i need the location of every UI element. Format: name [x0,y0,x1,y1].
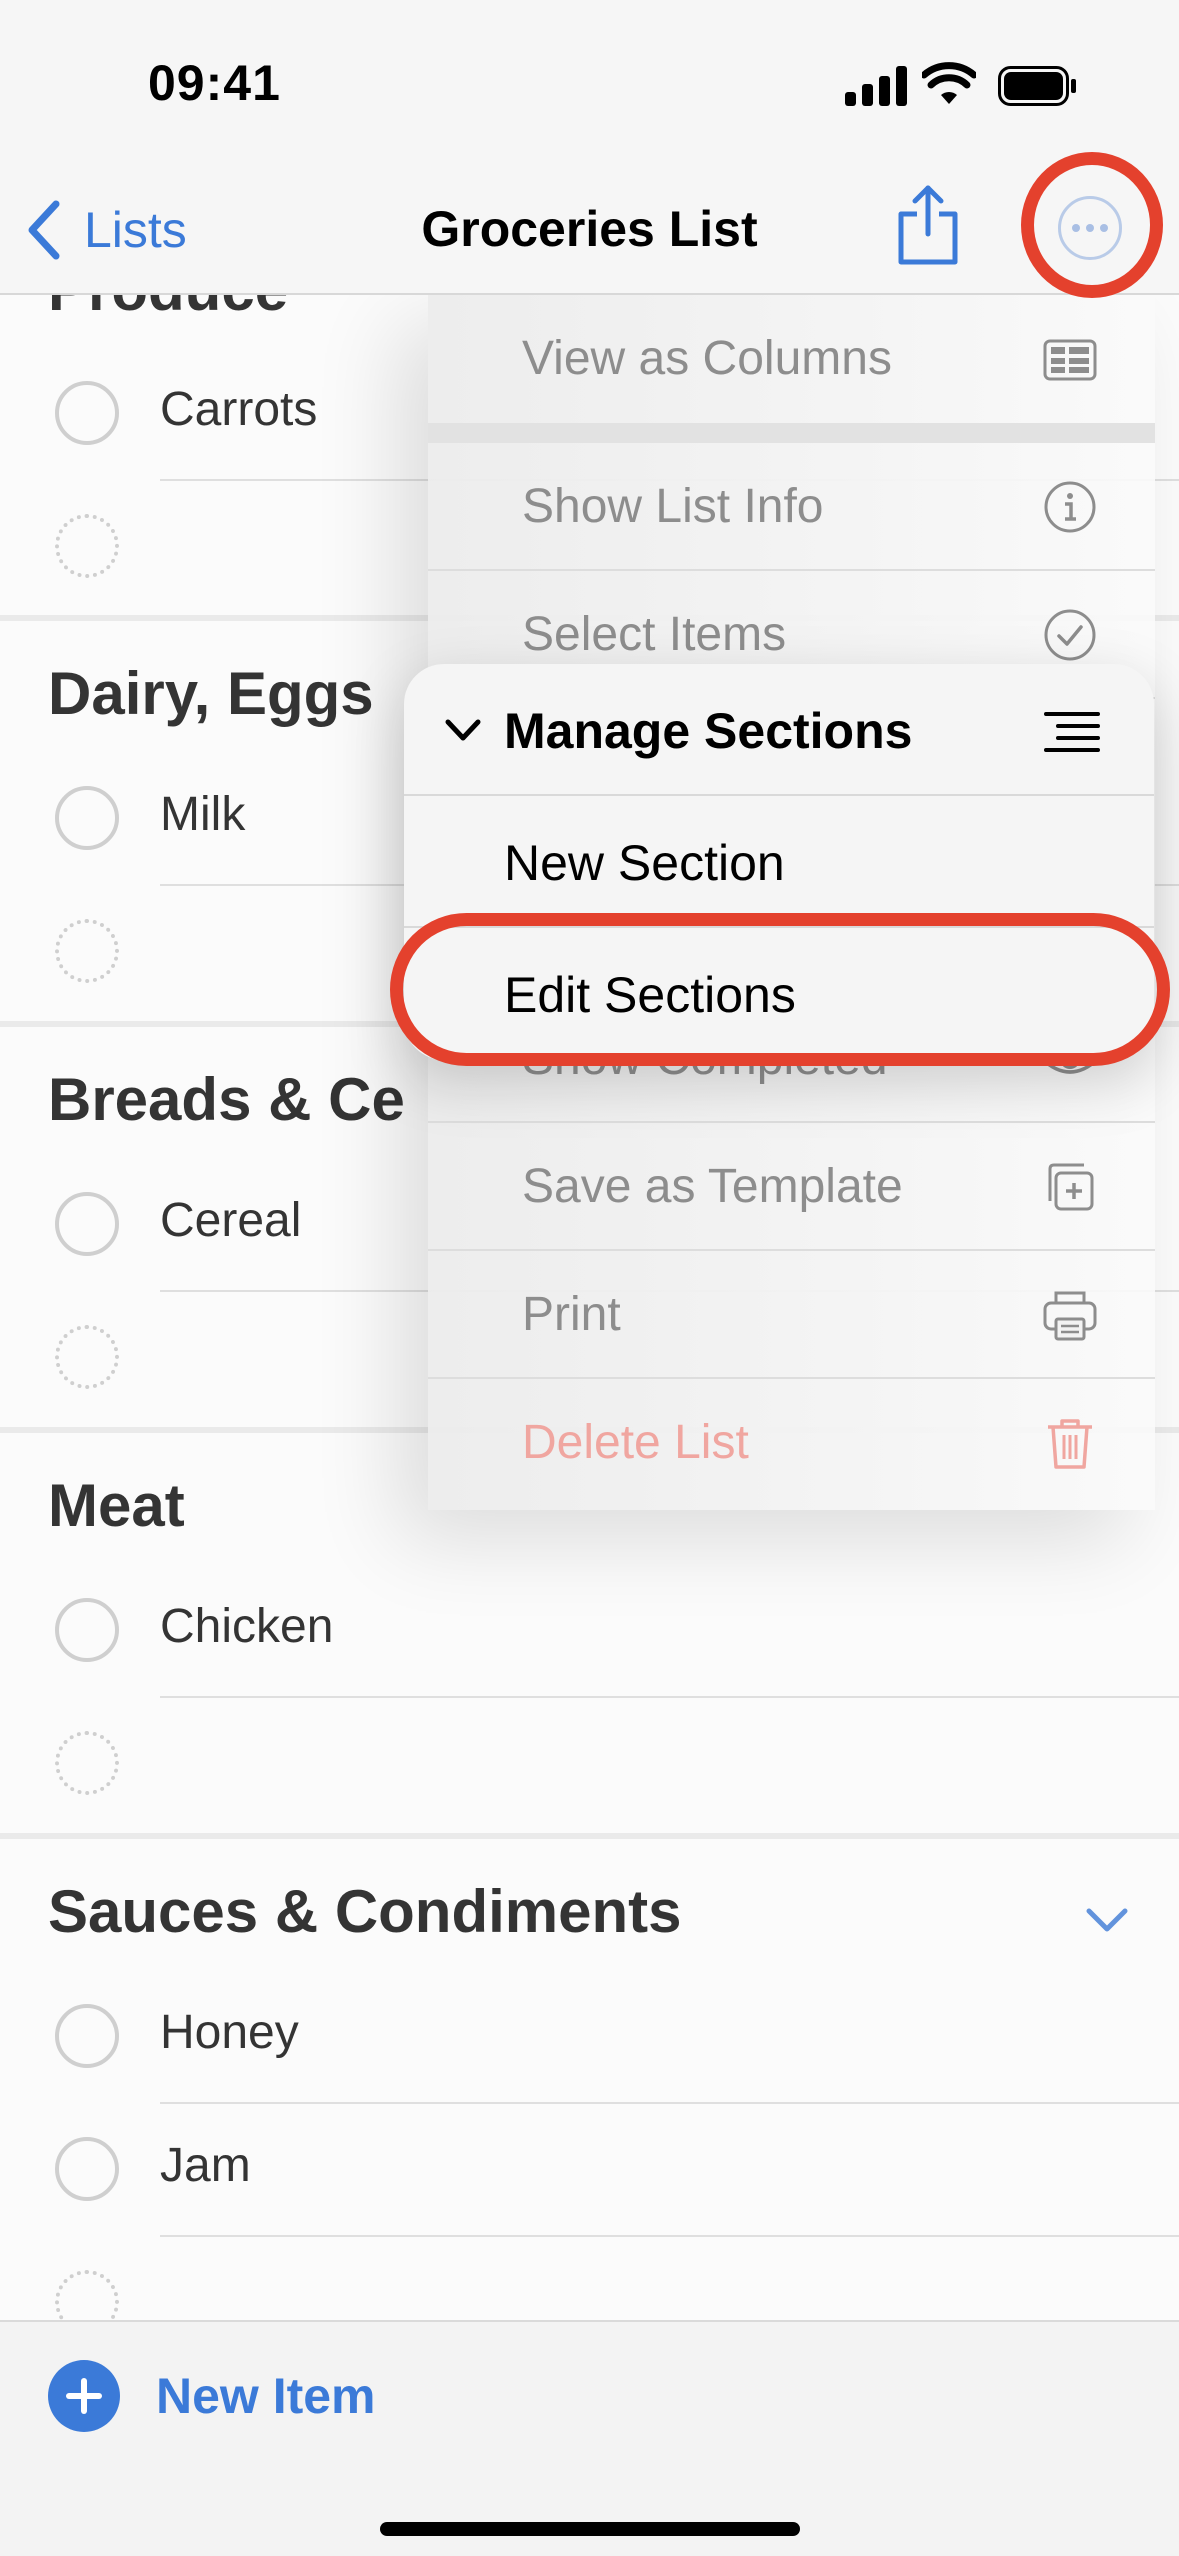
columns-icon [1043,339,1097,381]
list-item[interactable]: Honey [0,1971,1179,2104]
bottom-toolbar: New Item [0,2320,1179,2556]
submenu-header[interactable]: Manage Sections [404,664,1154,796]
item-label: Jam [160,2139,251,2192]
share-icon[interactable] [893,182,963,268]
menu-item-label: Delete List [522,1416,749,1469]
trash-icon [1048,1419,1092,1469]
status-bar: 09:41 [0,0,1179,160]
section-title: Dairy, Eggs [48,660,374,727]
home-indicator [380,2522,800,2536]
printer-icon [1043,1291,1097,1341]
new-item-row[interactable] [0,2237,1179,2320]
checkbox[interactable] [55,1598,119,1662]
section-title: Sauces & Condiments [48,1878,682,1945]
list-item[interactable]: Jam [0,2104,1179,2237]
checkbox[interactable] [55,381,119,445]
item-label: Milk [160,788,246,841]
battery-icon [998,66,1076,106]
cellular-signal-icon [845,66,907,106]
page-title: Groceries List [421,201,758,257]
menu-item-delete-list[interactable]: Delete List [428,1379,1155,1507]
new-item-row[interactable] [0,1698,1179,1831]
sections-icon [1044,712,1100,752]
item-label: Chicken [160,1600,334,1653]
checkbox[interactable] [55,2004,119,2068]
menu-item-label: Save as Template [522,1160,903,1213]
new-section-item[interactable]: New Section [404,796,1154,928]
checkmark-circle-icon [1044,609,1096,661]
empty-checkbox [55,919,119,983]
item-label: Honey [160,2006,299,2059]
menu-item-show-list-info[interactable]: Show List Info [428,443,1155,571]
item-label: Cereal [160,1194,302,1247]
menu-item-print[interactable]: Print [428,1251,1155,1379]
menu-item-label: View as Columns [522,332,892,385]
divider [0,1833,1179,1839]
list-item[interactable]: Chicken [0,1565,1179,1698]
menu-item-save-as-template[interactable]: Save as Template [428,1123,1155,1251]
empty-checkbox [55,2270,119,2320]
checkbox[interactable] [55,2137,119,2201]
menu-item-label: Print [522,1288,621,1341]
new-item-button[interactable]: New Item [48,2360,376,2432]
annotation-circle-more [1021,152,1163,298]
section-title: Breads & Ce [48,1066,405,1133]
menu-item-label: Select Items [522,608,787,661]
add-template-icon [1048,1163,1094,1211]
empty-checkbox [55,1325,119,1389]
section-title: Meat [48,1472,185,1539]
wifi-icon [922,62,976,104]
item-label: Carrots [160,383,318,436]
menu-item-view-as-columns[interactable]: View as Columns [428,295,1155,423]
submenu-title: Manage Sections [504,703,913,759]
menu-item-label: Show List Info [522,480,824,533]
section-title: Produce [48,295,288,324]
navigation-bar: Lists Groceries List [0,160,1179,295]
empty-checkbox [55,514,119,578]
status-time: 09:41 [148,55,281,111]
checkbox[interactable] [55,786,119,850]
chevron-down-icon [445,719,481,741]
info-icon [1044,481,1096,533]
chevron-down-icon[interactable] [1085,1905,1129,1935]
submenu-item-label: New Section [504,835,785,891]
annotation-circle-edit-sections [390,913,1170,1066]
empty-checkbox [55,1731,119,1795]
new-item-label: New Item [156,2368,376,2424]
checkbox[interactable] [55,1192,119,1256]
plus-circle-icon [48,2360,120,2432]
